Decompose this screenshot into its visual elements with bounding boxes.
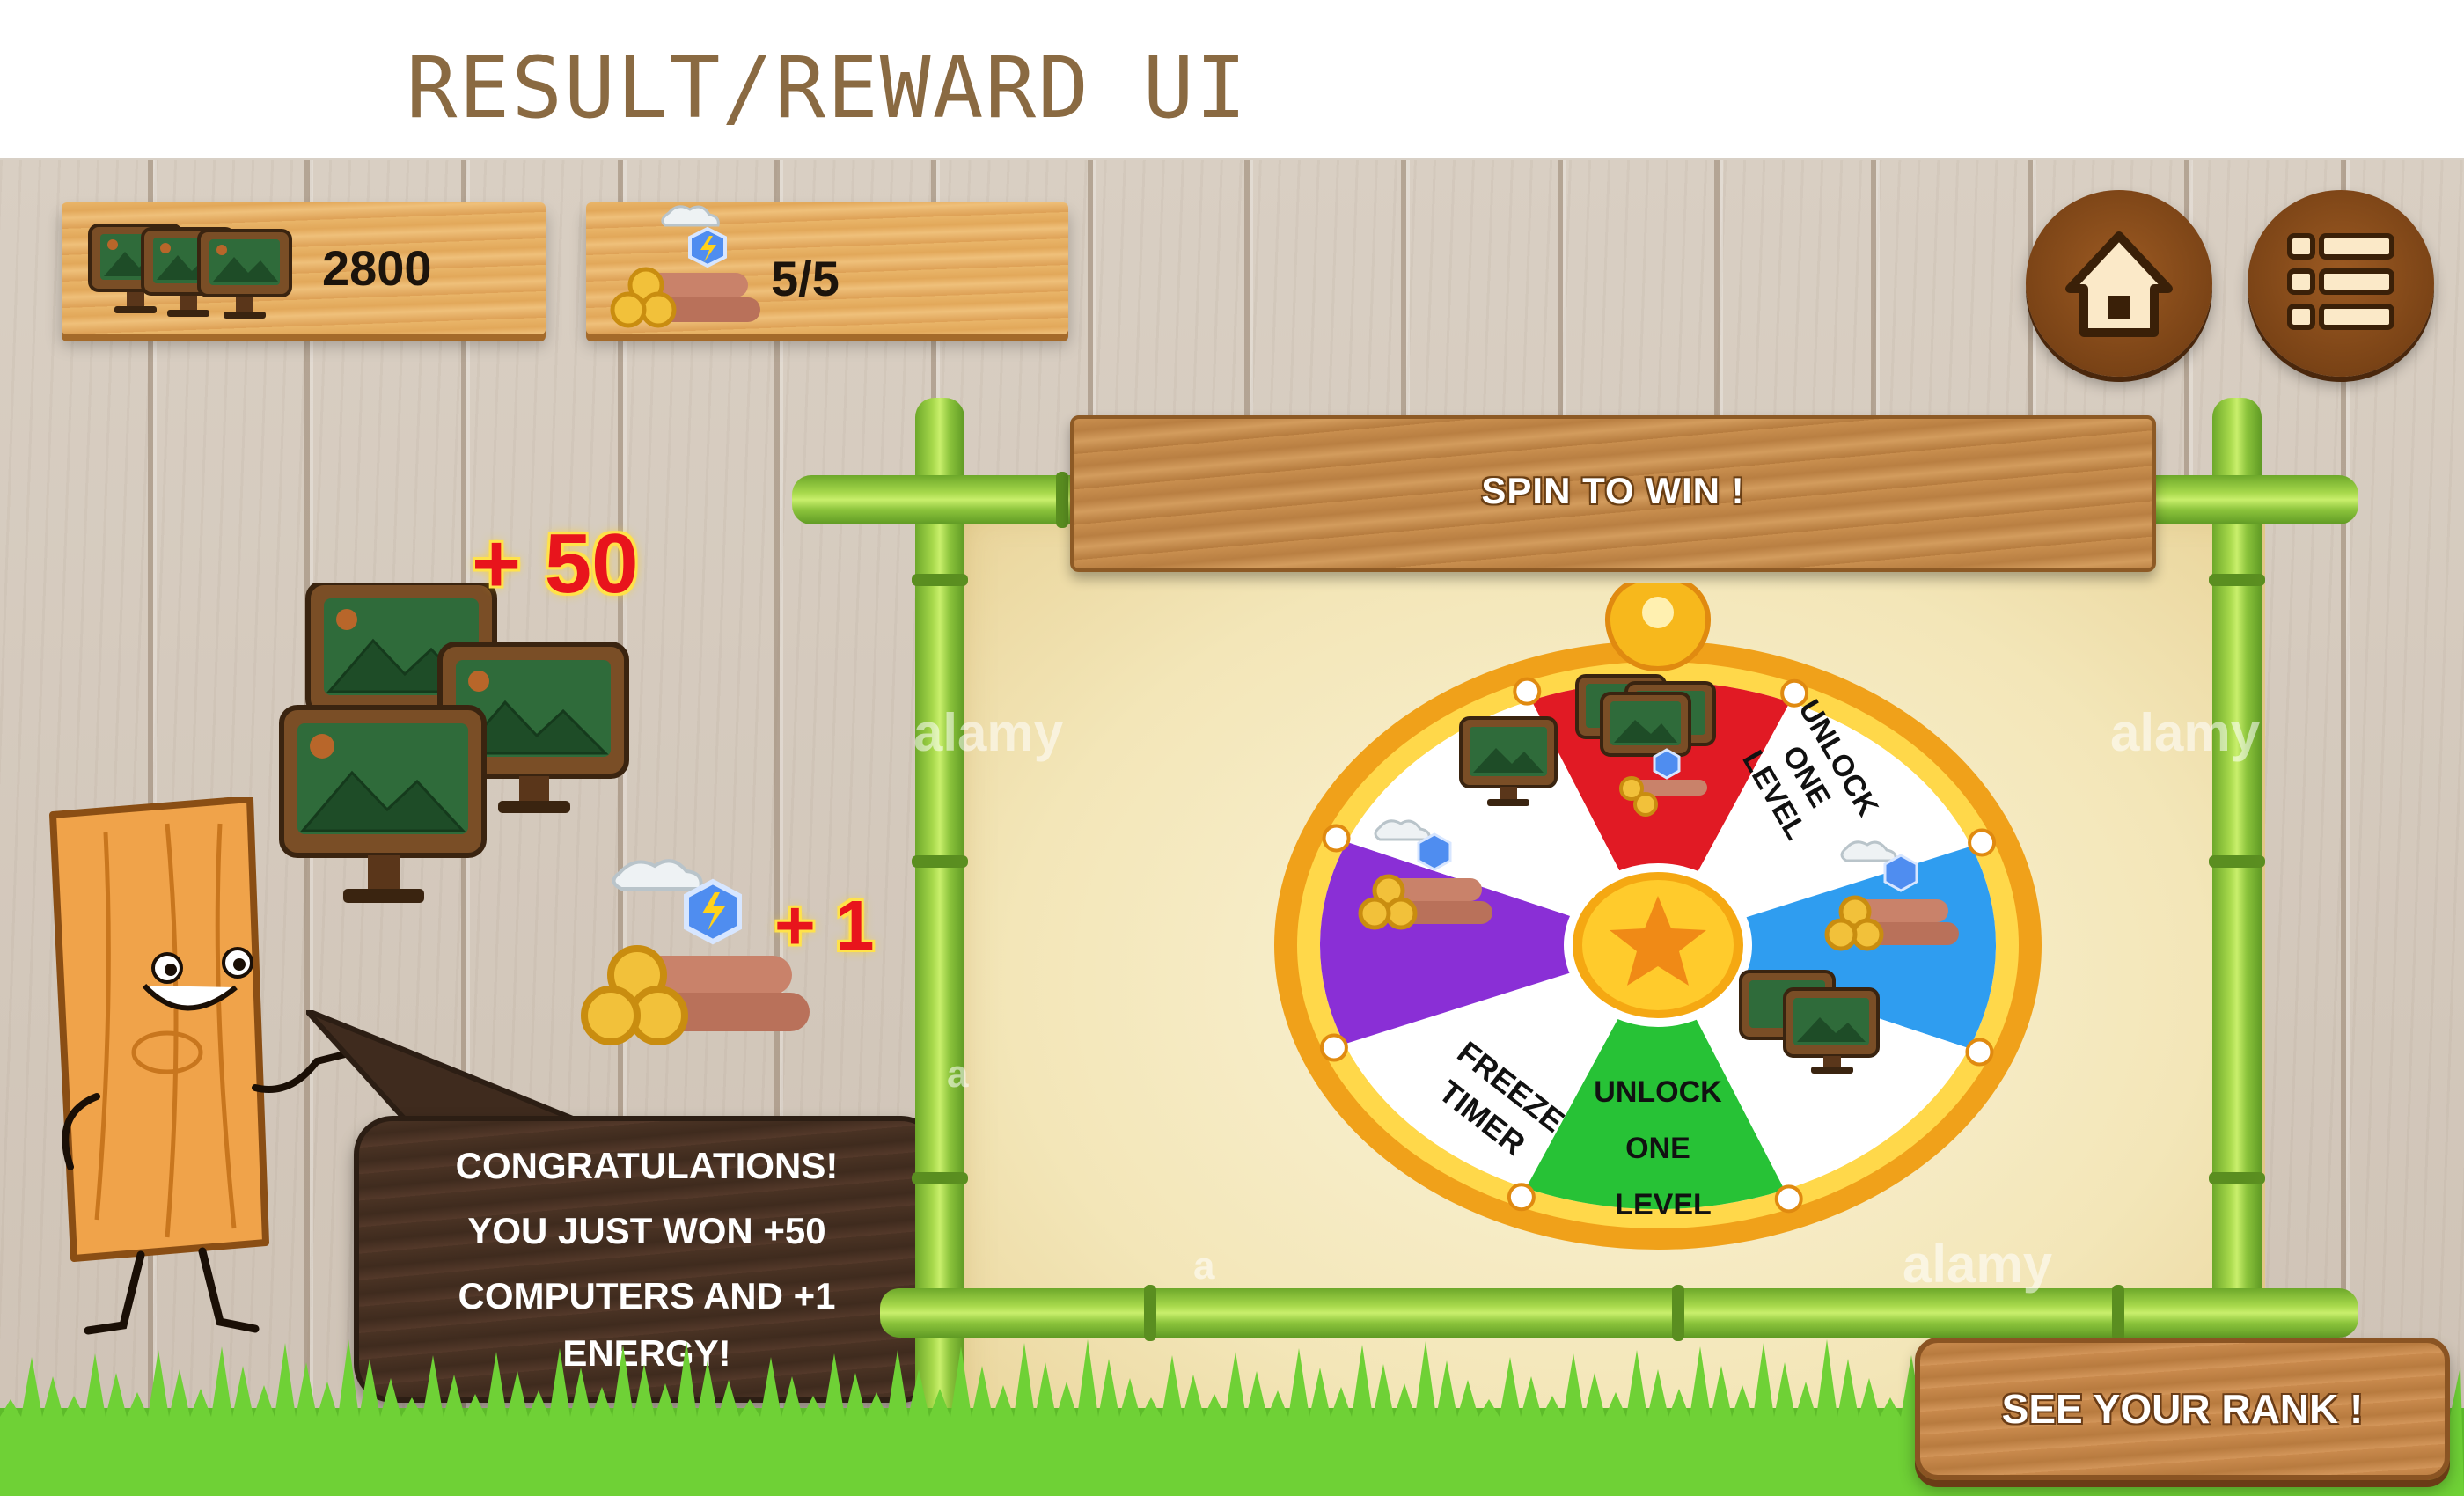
watermark: alamy [913, 703, 1064, 762]
see-your-rank-button[interactable]: SEE YOUR RANK ! [1915, 1338, 2450, 1480]
see-your-rank-label: SEE YOUR RANK ! [2001, 1386, 2364, 1432]
rim-light [1322, 824, 1351, 853]
computers-gain: + 50 [472, 517, 639, 611]
menu-button[interactable] [2248, 190, 2434, 377]
rim-light [1774, 1184, 1803, 1214]
message-line-2: YOU JUST WON +50 [467, 1210, 826, 1251]
game-scene: 2800 5/5 + 50 + 1 CONGRATULATIONS! YOU J… [0, 160, 2464, 1496]
rim-light [1513, 677, 1542, 706]
computers-count: 2800 [322, 240, 432, 296]
computer-icon [88, 224, 292, 319]
segment-label-line: LEVEL [1615, 1188, 1712, 1221]
rim-light [1780, 678, 1809, 708]
spin-banner-title: SPIN TO WIN ! [1481, 470, 1745, 511]
energy-value: 5/5 [771, 251, 840, 306]
page-title: RESULT/REWARD UI [406, 39, 1249, 137]
message-line-3: COMPUTERS AND +1 [458, 1275, 836, 1316]
menu-list-icon [2287, 233, 2394, 330]
rim-light [1507, 1183, 1536, 1212]
pointer-pin-icon [1605, 583, 1711, 672]
computers-counter: 2800 [62, 202, 546, 334]
energy-gain: + 1 [774, 886, 875, 964]
segment-label-line: ONE [1625, 1132, 1690, 1165]
bamboo-bottom [880, 1285, 2358, 1341]
rim-light [1319, 1033, 1348, 1062]
message-line-1: CONGRATULATIONS! [455, 1145, 839, 1186]
watermark: alamy [2110, 703, 2261, 762]
spin-wheel[interactable]: UNLOCK ONE LEVEL UNLOCK ONE LEVEL FREEZE… [1262, 583, 2054, 1251]
energy-counter: 5/5 [586, 202, 1068, 334]
home-button[interactable] [2026, 190, 2212, 377]
rim-light [1965, 1038, 1994, 1067]
spin-banner: SPIN TO WIN ! [1070, 415, 2156, 572]
segment-label-line: UNLOCK [1594, 1075, 1722, 1109]
title-header: RESULT/REWARD UI [0, 0, 2464, 160]
watermark: a [1193, 1244, 1215, 1287]
home-icon [2065, 231, 2173, 337]
watermark: a [947, 1052, 969, 1096]
energy-logs-icon [610, 205, 760, 328]
rim-light [1968, 828, 1997, 857]
